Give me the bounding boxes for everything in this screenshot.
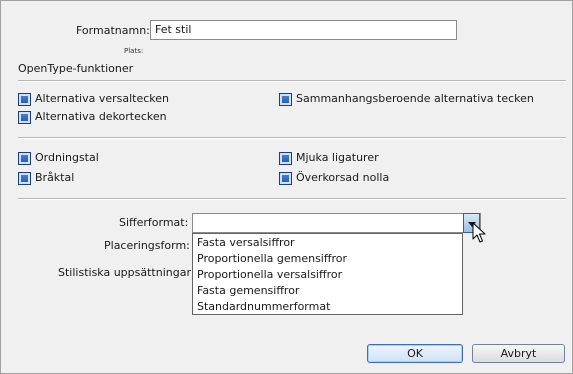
checked-checkbox-icon[interactable] xyxy=(18,111,31,124)
stylistic-sets-label: Stilistiska uppsättningar: xyxy=(58,266,195,279)
ok-button[interactable]: OK xyxy=(367,344,463,363)
cancel-button[interactable]: Avbryt xyxy=(472,344,565,363)
dropdown-option[interactable]: Fasta versalsiffror xyxy=(193,235,462,251)
dropdown-option[interactable]: Proportionella gemensiffror xyxy=(193,251,462,267)
dropdown-option[interactable]: Standardnummerformat xyxy=(193,299,462,315)
separator-middle xyxy=(18,137,566,139)
location-label: Plats: xyxy=(124,47,144,55)
checked-checkbox-icon[interactable] xyxy=(279,172,292,185)
checked-checkbox-icon[interactable] xyxy=(18,93,31,106)
checkbox-label-slashed-zero: Överkorsad nolla xyxy=(296,171,390,184)
dialog-window xyxy=(0,0,573,374)
opentype-section-title: OpenType-funktioner xyxy=(18,62,134,75)
format-name-label: Formatnamn: xyxy=(76,24,150,37)
checkbox-label-ordinals: Ordningstal xyxy=(35,151,99,164)
checked-checkbox-icon[interactable] xyxy=(18,152,31,165)
number-format-select[interactable] xyxy=(192,213,481,233)
number-format-options: Fasta versalsiffror Proportionella gemen… xyxy=(192,233,463,315)
number-format-label: Sifferformat: xyxy=(119,216,189,229)
checked-checkbox-icon[interactable] xyxy=(279,152,292,165)
dropdown-option[interactable]: Proportionella versalsiffror xyxy=(193,267,462,283)
checked-checkbox-icon[interactable] xyxy=(279,93,292,106)
mouse-pointer-icon xyxy=(472,222,486,243)
separator-top xyxy=(18,80,566,82)
checkbox-label-alternate-caps: Alternativa versaltecken xyxy=(35,92,169,105)
checkbox-label-contextual-alternates: Sammanhangsberoende alternativa tecken xyxy=(296,92,534,105)
checkbox-label-fractions: Bråktal xyxy=(35,171,75,184)
position-label: Placeringsform: xyxy=(104,239,190,252)
checkbox-label-swash: Alternativa dekortecken xyxy=(35,110,167,123)
checked-checkbox-icon[interactable] xyxy=(18,172,31,185)
format-name-value: Fet stil xyxy=(155,23,192,36)
format-name-input[interactable]: Fet stil xyxy=(150,20,457,40)
dropdown-option[interactable]: Fasta gemensiffror xyxy=(193,283,462,299)
separator-bottom xyxy=(18,198,566,200)
checkbox-label-discretionary-ligatures: Mjuka ligaturer xyxy=(296,151,379,164)
